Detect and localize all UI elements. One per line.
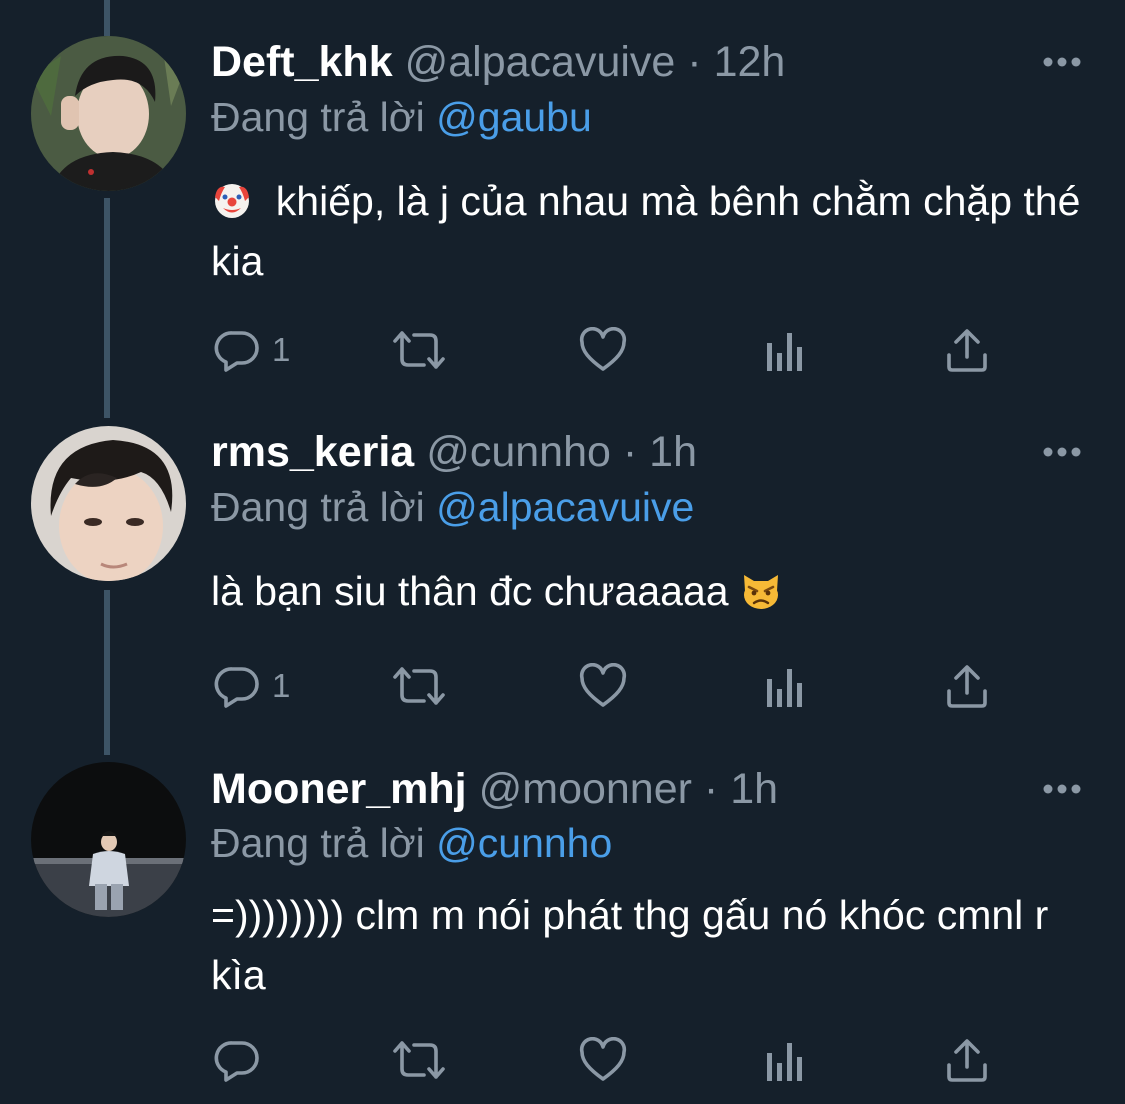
replying-to: Đang trả lời @cunnho [211, 818, 612, 868]
user-handle[interactable]: @moonner [479, 765, 692, 813]
mention-link[interactable]: @cunnho [436, 820, 612, 866]
display-name[interactable]: Mooner_mhj [211, 765, 467, 813]
replying-to-label: Đang trả lời [211, 820, 425, 866]
separator-dot: · [703, 765, 719, 813]
heart-icon [579, 1037, 627, 1081]
retweet-button[interactable] [391, 1030, 447, 1090]
timestamp[interactable]: 1h [730, 765, 778, 813]
tweet-actions [0, 1030, 1125, 1090]
tweet-header: Mooner_mhj @moonner · 1h [211, 764, 778, 814]
tweet[interactable]: Mooner_mhj @moonner · 1h Đang trả lời @c… [0, 0, 1125, 1104]
share-button[interactable] [945, 1030, 989, 1090]
more-options-icon[interactable] [1040, 779, 1084, 799]
retweet-icon [393, 1041, 445, 1079]
analytics-button[interactable] [766, 1030, 806, 1090]
reply-icon [214, 1041, 259, 1082]
share-icon [947, 1039, 987, 1082]
tweet-text-content: =)))))))) clm m nói phát thg gấu nó khóc… [211, 892, 1049, 998]
avatar[interactable] [31, 762, 186, 917]
like-button[interactable] [579, 1030, 627, 1090]
analytics-icon [767, 1043, 802, 1081]
reply-button[interactable] [214, 1030, 272, 1090]
tweet-text: =)))))))) clm m nói phát thg gấu nó khóc… [211, 885, 1061, 1005]
